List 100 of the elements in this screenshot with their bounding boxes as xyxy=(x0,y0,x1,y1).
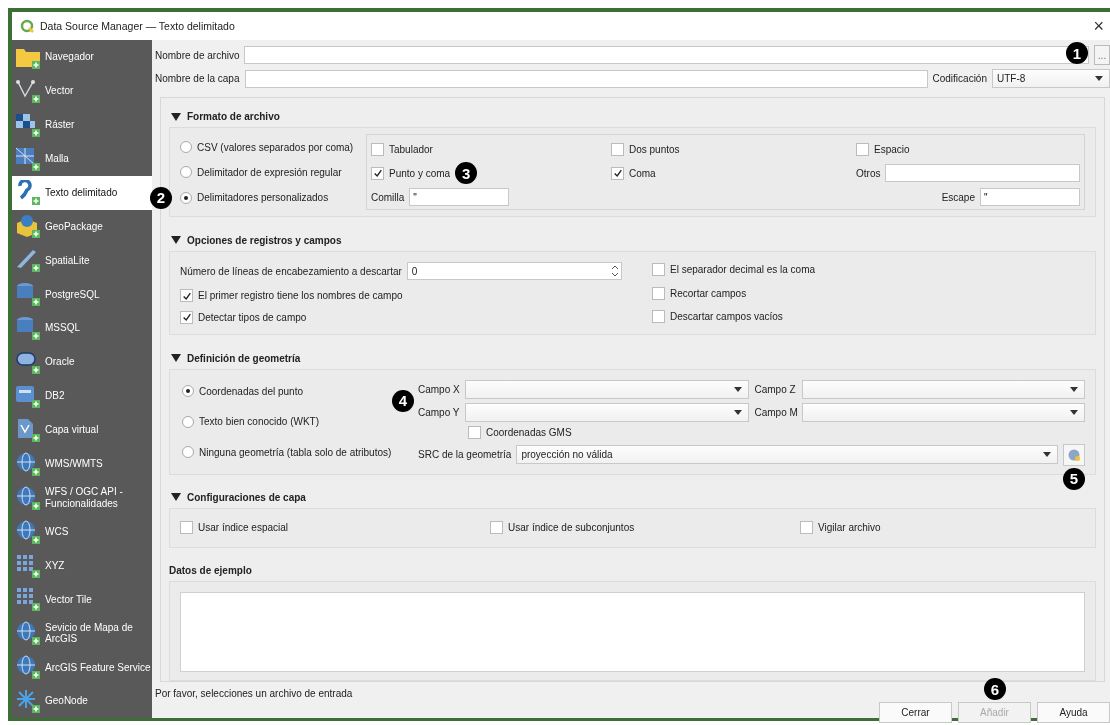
sidebar-item[interactable]: Oracle xyxy=(12,345,152,380)
step-marker: 6 xyxy=(984,678,1006,700)
field-label: Campo Y xyxy=(418,406,460,418)
crs-selector-button[interactable] xyxy=(1063,443,1085,466)
globe-icon xyxy=(15,620,41,647)
collapse-arrow-icon[interactable] xyxy=(171,493,181,502)
file-name-field[interactable] xyxy=(244,46,1089,64)
sidebar-item[interactable]: WFS / OGC API - Funcionalidades xyxy=(12,480,152,515)
app-logo-icon xyxy=(20,19,34,33)
checkbox[interactable] xyxy=(180,310,193,324)
radio-button[interactable] xyxy=(182,415,194,428)
sidebar-item[interactable]: Malla xyxy=(12,141,152,176)
browse-button[interactable]: ... xyxy=(1094,45,1110,65)
sidebar-item[interactable]: Vector Tile xyxy=(12,582,152,617)
checkbox[interactable] xyxy=(611,143,624,156)
section-title: Opciones de registros y campos xyxy=(187,234,342,246)
checkbox[interactable] xyxy=(468,426,481,440)
status-message: Por favor, selecciones un archivo de entrada xyxy=(155,687,353,699)
checkbox[interactable] xyxy=(856,143,869,156)
checkbox[interactable] xyxy=(490,521,503,535)
field-label: Escape xyxy=(941,192,975,203)
checkbox[interactable] xyxy=(180,289,193,303)
dialog-button[interactable]: Cerrar xyxy=(879,702,952,723)
layer-name-field[interactable] xyxy=(244,69,928,88)
sidebar-item[interactable]: MSSQL xyxy=(12,311,152,346)
radio-button[interactable] xyxy=(180,191,192,204)
document-icon xyxy=(15,416,41,443)
field-dropdown[interactable] xyxy=(465,379,749,399)
sidebar-item[interactable]: PostgreSQL xyxy=(12,277,152,312)
step-marker: 1 xyxy=(1066,42,1088,64)
step-marker: 2 xyxy=(150,186,172,209)
sidebar-item[interactable]: XYZ xyxy=(12,548,152,583)
option-label: Ninguna geometría (tabla solo de atributos) xyxy=(199,446,392,458)
option-label: Tabulador xyxy=(389,144,433,155)
database-icon xyxy=(15,315,41,342)
checkbox[interactable] xyxy=(652,263,665,277)
crs-dropdown[interactable]: proyección no válida xyxy=(516,445,1058,465)
quote-field[interactable]: " xyxy=(409,188,510,207)
checkbox[interactable] xyxy=(652,310,665,324)
sidebar-item[interactable]: Sevicio de Mapa de ArcGIS xyxy=(12,616,152,651)
globe-icon xyxy=(15,484,41,511)
option-label: Detectar tipos de campo xyxy=(198,311,307,323)
option-label: Vigilar archivo xyxy=(818,522,881,534)
dialog-button[interactable]: Ayuda xyxy=(1037,702,1110,723)
checkbox[interactable] xyxy=(180,521,193,535)
checker-icon xyxy=(15,111,41,138)
database-icon xyxy=(15,281,41,308)
spin-box[interactable]: 0 xyxy=(406,262,622,281)
radio-button[interactable] xyxy=(182,446,194,459)
option-label: El primer registro tiene los nombres de campo xyxy=(198,290,403,302)
sidebar-item[interactable]: Vector xyxy=(12,73,152,108)
globe-icon xyxy=(1067,447,1081,462)
field-dropdown[interactable] xyxy=(801,379,1085,399)
sidebar-item[interactable]: GeoPackage xyxy=(12,209,152,244)
checkbox[interactable] xyxy=(371,143,384,156)
section-title: Configuraciones de capa xyxy=(187,491,306,503)
collapse-arrow-icon[interactable] xyxy=(171,236,181,245)
radio-button[interactable] xyxy=(182,385,194,398)
radio-button[interactable] xyxy=(180,141,192,154)
checkbox[interactable] xyxy=(652,286,665,300)
escape-field[interactable]: " xyxy=(980,188,1080,207)
caret-icon xyxy=(1095,76,1103,81)
caret-icon xyxy=(1043,452,1051,458)
caret-icon xyxy=(733,386,742,392)
sidebar-item[interactable]: WCS xyxy=(12,514,152,549)
other-delimiter-field[interactable] xyxy=(885,164,1080,183)
field-label: Otros xyxy=(856,168,881,179)
sidebar-item[interactable]: Navegador xyxy=(12,40,152,74)
checkbox[interactable] xyxy=(371,167,384,180)
encoding-dropdown[interactable]: UTF-8 xyxy=(992,69,1110,88)
field-dropdown[interactable] xyxy=(801,402,1085,422)
node-line-icon xyxy=(15,77,41,104)
sidebar-item[interactable]: WMS/WMTS xyxy=(12,446,152,481)
field-label: Campo Z xyxy=(754,383,797,395)
asterisk-icon xyxy=(15,688,41,715)
radio-button[interactable] xyxy=(180,166,192,179)
sidebar-item[interactable]: ArcGIS Feature Service xyxy=(12,650,152,685)
section-title: Formato de archivo xyxy=(187,111,280,123)
sidebar-item[interactable]: Texto delimitado xyxy=(12,175,152,210)
sidebar-item[interactable]: Capa virtual xyxy=(12,412,152,447)
checkbox[interactable] xyxy=(611,167,624,180)
option-label: Recortar campos xyxy=(670,287,747,299)
window-title: Data Source Manager — Texto delimitado xyxy=(40,20,236,32)
sidebar-item[interactable]: SpatiaLite xyxy=(12,243,152,278)
collapse-arrow-icon[interactable] xyxy=(171,112,181,121)
field-label: Número de líneas de encabezamiento a descartar xyxy=(180,265,402,277)
option-label: Coma xyxy=(629,168,656,179)
close-button[interactable]: × xyxy=(1087,15,1110,37)
field-dropdown[interactable] xyxy=(465,402,749,422)
option-label: Descartar campos vacíos xyxy=(670,311,783,323)
sidebar-item[interactable]: GeoNode xyxy=(12,684,152,719)
step-marker: 3 xyxy=(455,162,478,185)
sidebar-item[interactable]: DB2 xyxy=(12,379,152,413)
checkbox[interactable] xyxy=(800,521,813,535)
section-title: Definición de geometría xyxy=(187,352,301,364)
field-label: Codificación xyxy=(932,73,987,84)
field-label: Nombre de la capa xyxy=(155,73,240,84)
mesh-icon xyxy=(15,145,41,172)
collapse-arrow-icon[interactable] xyxy=(171,354,181,362)
sidebar-item[interactable]: Ráster xyxy=(12,107,152,142)
